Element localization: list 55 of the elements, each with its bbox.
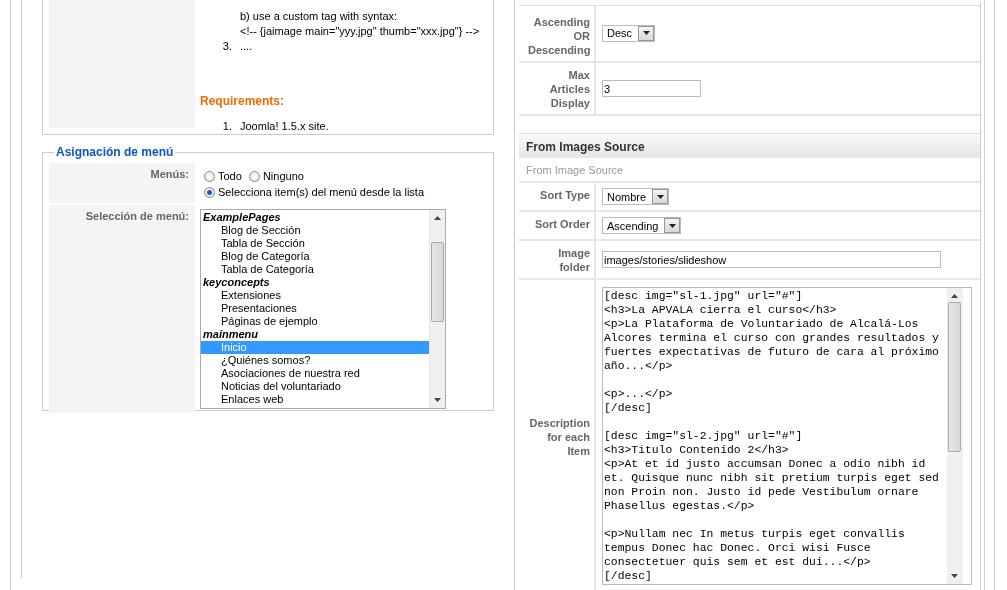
caret-icon <box>668 223 676 228</box>
list-option[interactable]: ¿Quiénes somos? <box>201 354 429 367</box>
field-label: Menús: <box>150 168 189 180</box>
field-label: Selección de menú: <box>85 210 189 222</box>
radio-button[interactable] <box>248 171 260 182</box>
caret-icon <box>656 194 664 199</box>
scroll-up-icon[interactable] <box>951 294 959 298</box>
radio-button[interactable] <box>204 187 215 198</box>
menu-group-label: ExamplePages <box>202 211 282 224</box>
list-option[interactable]: Páginas de ejemplo <box>201 315 429 328</box>
section-legend: Asignación de menú <box>54 145 176 159</box>
field-label: Description for each Item <box>519 280 596 590</box>
radio-label[interactable]: Ninguno <box>262 170 304 182</box>
section-header: From Images Source <box>519 133 980 158</box>
radio-label[interactable]: Todo <box>218 170 242 182</box>
list-option[interactable]: Blog de Sección <box>201 224 429 237</box>
scrollbar[interactable] <box>429 210 445 408</box>
list-option[interactable]: Asociaciones de nuestra red <box>201 367 429 380</box>
list-text: b) use a custom tag with syntax: <box>239 9 399 24</box>
section-note: From Image Source <box>519 158 980 183</box>
list-option[interactable]: Noticias del voluntariado <box>201 380 429 393</box>
scroll-down-icon[interactable] <box>951 574 959 578</box>
dropdown[interactable]: Desc <box>602 24 656 42</box>
list-option[interactable]: Presentaciones <box>201 302 429 315</box>
text-field[interactable]: 3 <box>602 80 701 97</box>
scrollbar-thumb[interactable] <box>948 302 962 452</box>
list-option[interactable]: Tabla de Categoría <box>201 263 429 276</box>
field-label: Sort Type <box>519 183 596 210</box>
description-textarea[interactable]: [desc img="sl-1.jpg" url="#"] <h3>La APVALA cierra el curso</h3> <p>La Plataforma de Voluntariado de Alcalá-Los Alcores termina el curso con grandes resultados y fuertes expectativas de futuro de cara al próximo año...</p> <p>...</p> [/desc] [desc img="sl-2.jpg" url="#"] <h3>Titulo Contenido 2</h3> <p>At et id justo accumsan Donec a odio nibh id et. Quisque nunc nibh sit pretium turpis eget sed non Proin non. Justo id pede Vestibulum ornare Phasellus egestas.</p> <p>Nullam nec In metus turpis eget convallis tempus Donec hac Donec. Orci wisi Fusce consectetuer quis sem et est dui...</p> [/desc] <box>602 287 972 585</box>
menu-group-label: mainmenu <box>202 328 259 341</box>
list-text: Joomla! 1.5.x site. <box>240 119 329 134</box>
scrollbar-thumb[interactable] <box>431 242 444 322</box>
dropdown[interactable]: Ascending <box>602 217 682 234</box>
scrollbar[interactable] <box>946 288 963 584</box>
text-field[interactable]: images/stories/slideshow <box>602 251 941 268</box>
field-label: Sort Order <box>519 212 596 239</box>
menu-group-label: keyconcepts <box>202 276 271 289</box>
list-number: 3. <box>221 39 233 54</box>
scroll-up-icon[interactable] <box>434 216 441 220</box>
radio-label[interactable]: Selecciona item(s) del menú desde la lista <box>218 186 425 198</box>
requirements-heading: Requirements: <box>200 94 286 109</box>
list-option[interactable]: Enlaces web <box>201 393 429 406</box>
list-option[interactable]: Blog de Categoría <box>201 250 429 263</box>
list-option[interactable]: Extensiones <box>201 289 429 302</box>
radio-button[interactable] <box>204 171 215 182</box>
list-text: .... <box>240 39 253 54</box>
list-option[interactable]: Tabla de Sección <box>201 237 429 250</box>
caret-icon <box>642 31 650 35</box>
field-label: Image folder <box>519 241 596 278</box>
dropdown[interactable]: Nombre <box>602 188 670 205</box>
list-number: 1. <box>221 119 233 134</box>
field-label: Ascending OR Descending <box>519 5 596 61</box>
list-text: <!-- {jaimage main="yyy.jpg" thumb="xxx.jpg"} --> <box>239 24 481 39</box>
field-label: Max Articles Display <box>519 63 596 114</box>
scroll-down-icon[interactable] <box>434 398 441 402</box>
